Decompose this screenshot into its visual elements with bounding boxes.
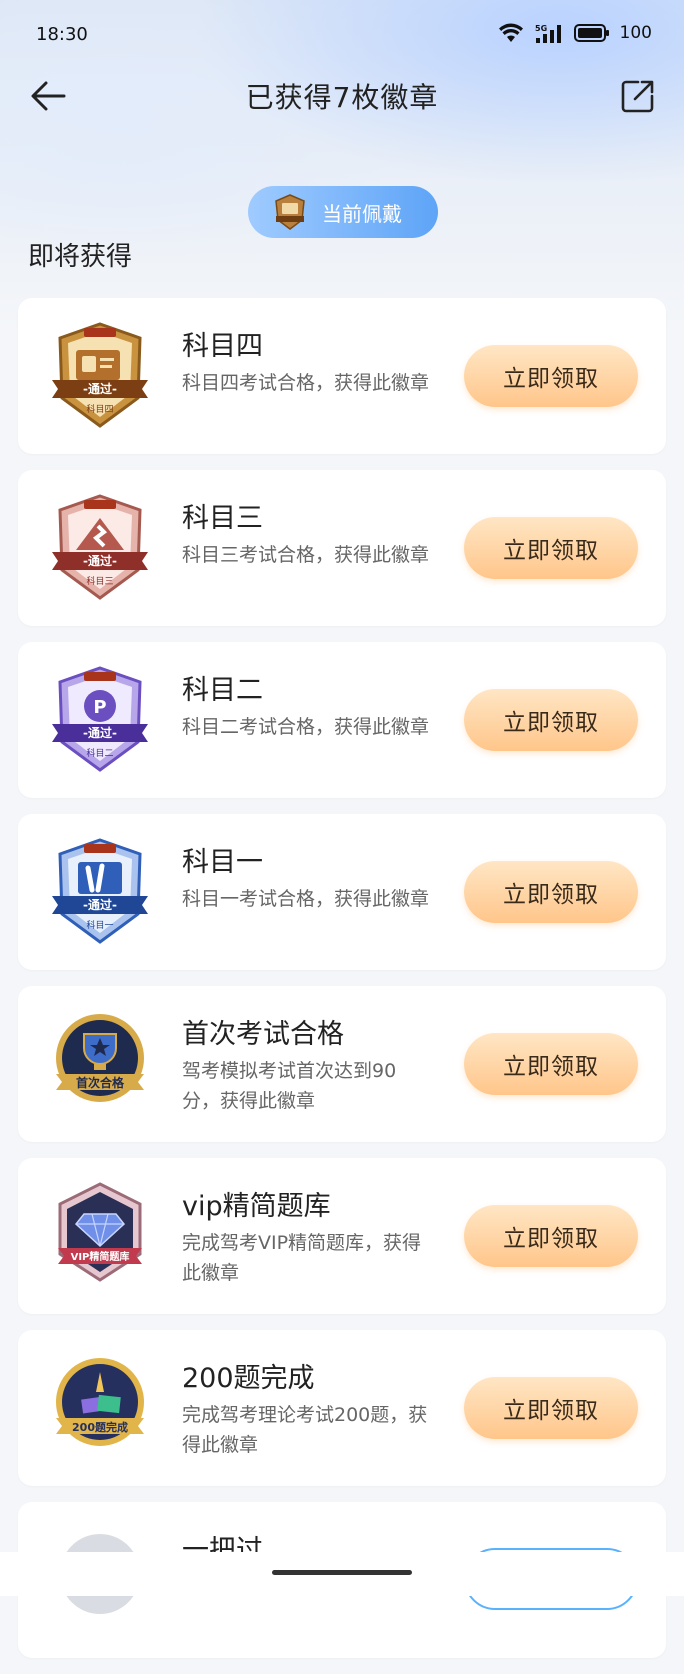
badge-title: 200题完成 bbox=[182, 1363, 315, 1394]
svg-text:P: P bbox=[93, 697, 106, 718]
svg-text:-通过-: -通过- bbox=[83, 725, 117, 740]
claim-button[interactable]: 立即领取 bbox=[464, 1205, 638, 1267]
svg-text:-通过-: -通过- bbox=[83, 553, 117, 568]
road-badge-icon: -通过- 科目三 bbox=[52, 494, 148, 600]
badge-card-vip-question-bank: VIP精简题库 vip精简题库 完成驾考VIP精简题库，获得此徽章 立即领取 bbox=[18, 1158, 666, 1314]
home-indicator-bar bbox=[0, 1552, 684, 1596]
svg-text:VIP精简题库: VIP精简题库 bbox=[71, 1250, 130, 1263]
svg-text:科目二: 科目二 bbox=[86, 747, 113, 759]
badge-description: 完成驾考理论考试200题，获得此徽章 bbox=[182, 1404, 428, 1456]
badge-title: 科目一 bbox=[182, 847, 263, 878]
top-nav: 已获得7枚徽章 bbox=[0, 64, 684, 124]
victory-hand-badge-icon: -通过- 科目一 bbox=[52, 838, 148, 944]
badge-description: 驾考模拟考试首次达到90分，获得此徽章 bbox=[182, 1060, 397, 1112]
claim-button[interactable]: 立即领取 bbox=[464, 861, 638, 923]
cellular-5g-icon: 5G bbox=[535, 24, 561, 43]
current-wearing-pill[interactable]: 当前佩戴 bbox=[248, 186, 438, 238]
claim-button[interactable]: 立即领取 bbox=[464, 345, 638, 407]
badge-description: 完成驾考VIP精简题库，获得此徽章 bbox=[182, 1232, 422, 1284]
trophy-badge-icon: 首次合格 bbox=[56, 1014, 144, 1102]
status-bar: 18:30 5G 100 bbox=[0, 20, 684, 50]
battery-level: 100 bbox=[619, 23, 652, 43]
svg-text:科目三: 科目三 bbox=[86, 575, 113, 587]
badge-card-subject-two: P -通过- 科目二 科目二 科目二考试合格，获得此徽章 立即领取 bbox=[18, 642, 666, 798]
badge-card-first-pass: 首次合格 首次考试合格 驾考模拟考试首次达到90分，获得此徽章 立即领取 bbox=[18, 986, 666, 1142]
svg-text:科目一: 科目一 bbox=[86, 919, 113, 931]
wearing-label: 当前佩戴 bbox=[322, 201, 402, 226]
badge-description: 科目一考试合格，获得此徽章 bbox=[182, 888, 430, 910]
badge-title: vip精简题库 bbox=[182, 1191, 331, 1222]
svg-text:-通过-: -通过- bbox=[83, 897, 117, 912]
badge-card-subject-one: -通过- 科目一 科目一 科目一考试合格，获得此徽章 立即领取 bbox=[18, 814, 666, 970]
badge-description: 科目三考试合格，获得此徽章 bbox=[182, 544, 430, 566]
books-badge-icon: 200题完成 bbox=[56, 1358, 144, 1446]
wearing-badge-icon bbox=[275, 194, 305, 230]
claim-button[interactable]: 立即领取 bbox=[464, 1033, 638, 1095]
claim-button[interactable]: 立即领取 bbox=[464, 517, 638, 579]
svg-text:5G: 5G bbox=[535, 24, 547, 33]
badge-card-subject-three: -通过- 科目三 科目三 科目三考试合格，获得此徽章 立即领取 bbox=[18, 470, 666, 626]
share-icon[interactable] bbox=[616, 74, 660, 118]
badge-title: 科目三 bbox=[182, 503, 263, 534]
svg-text:200题完成: 200题完成 bbox=[72, 1420, 128, 1434]
badge-title: 首次考试合格 bbox=[182, 1019, 344, 1050]
badge-description: 科目四考试合格，获得此徽章 bbox=[182, 372, 430, 394]
badge-card-subject-four: -通过- 科目四 科目四 科目四考试合格，获得此徽章 立即领取 bbox=[18, 298, 666, 454]
svg-text:-通过-: -通过- bbox=[83, 381, 117, 396]
page-title: 已获得7枚徽章 bbox=[245, 81, 439, 114]
badge-title: 科目二 bbox=[182, 675, 263, 706]
parking-badge-icon: P -通过- 科目二 bbox=[52, 666, 148, 772]
badge-list: -通过- 科目四 科目四 科目四考试合格，获得此徽章 立即领取 -通过- 科目三… bbox=[18, 298, 666, 1674]
svg-text:科目四: 科目四 bbox=[86, 403, 113, 415]
wifi-icon bbox=[498, 23, 523, 42]
home-indicator[interactable] bbox=[272, 1570, 412, 1575]
claim-button[interactable]: 立即领取 bbox=[464, 1377, 638, 1439]
diamond-badge-icon: VIP精简题库 bbox=[58, 1182, 142, 1282]
badge-card-200-questions: 200题完成 200题完成 完成驾考理论考试200题，获得此徽章 立即领取 bbox=[18, 1330, 666, 1486]
svg-text:首次合格: 首次合格 bbox=[76, 1075, 125, 1090]
badge-title: 科目四 bbox=[182, 331, 263, 362]
section-title: 即将获得 bbox=[28, 242, 133, 272]
status-time: 18:30 bbox=[36, 24, 88, 45]
license-card-badge-icon: -通过- 科目四 bbox=[52, 322, 148, 428]
claim-button[interactable]: 立即领取 bbox=[464, 689, 638, 751]
badge-description: 科目二考试合格，获得此徽章 bbox=[182, 716, 430, 738]
battery-icon bbox=[573, 24, 609, 42]
